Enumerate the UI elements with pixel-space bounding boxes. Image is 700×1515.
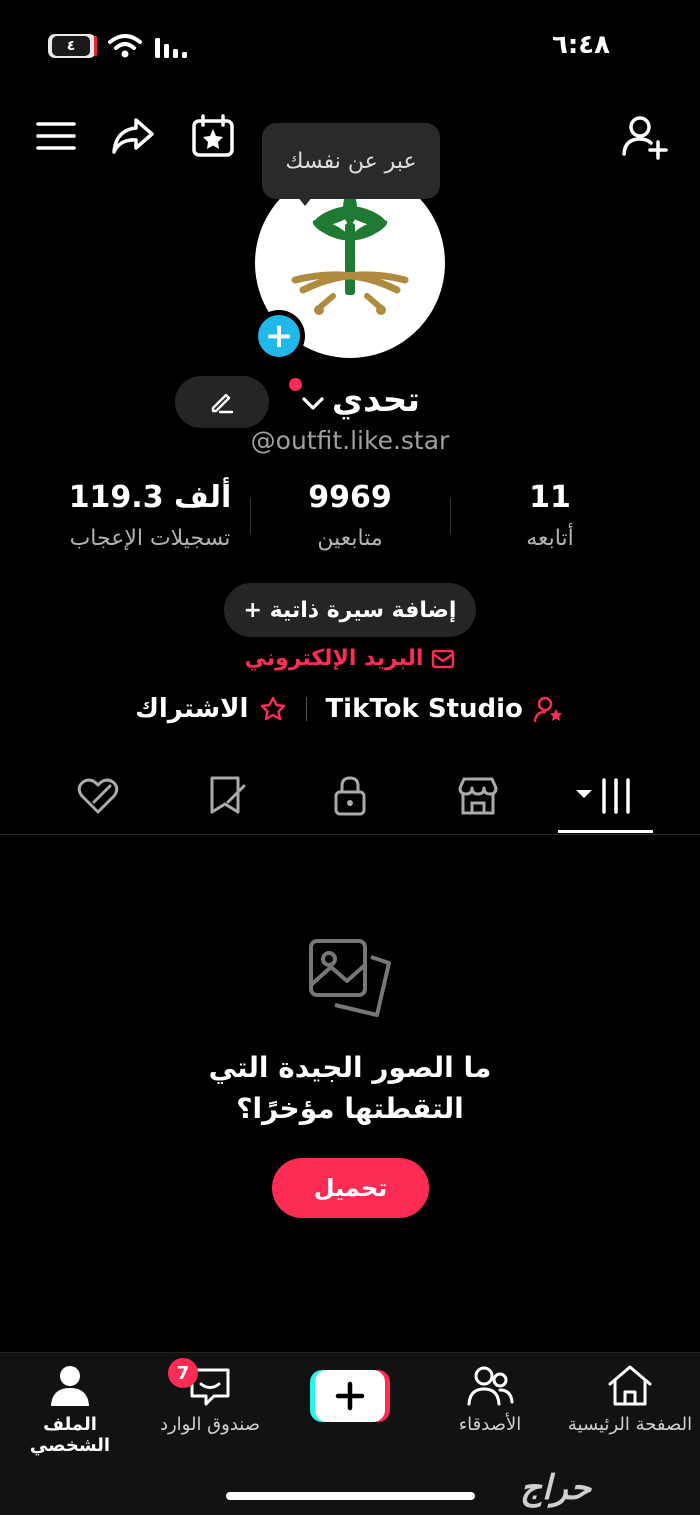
nav-friends[interactable]: الأصدقاء xyxy=(420,1364,560,1435)
edit-profile-button[interactable] xyxy=(175,376,269,428)
links-row: الاشتراك TikTok Studio xyxy=(120,694,580,724)
liked-hidden-icon[interactable] xyxy=(74,772,122,820)
nav-home-label: الصفحة الرئيسية xyxy=(567,1414,693,1435)
wifi-icon xyxy=(108,34,142,58)
nav-friends-label: الأصدقاء xyxy=(458,1414,522,1435)
profile-handle: @outfit.like.star xyxy=(250,426,450,455)
followers-count[interactable]: 9969 xyxy=(280,480,420,515)
videos-grid-icon[interactable] xyxy=(574,772,638,820)
add-photo-button[interactable]: + xyxy=(253,310,305,362)
email-link[interactable]: البريد الإلكتروني xyxy=(200,646,500,671)
watermark-logo: حراج xyxy=(520,1468,592,1508)
home-indicator[interactable] xyxy=(226,1492,475,1500)
creator-star-icon xyxy=(533,696,562,723)
subscription-label[interactable]: الاشتراك xyxy=(135,694,248,724)
email-label: البريد الإلكتروني xyxy=(244,646,424,671)
profile-icon xyxy=(51,1366,89,1406)
profile-name[interactable]: تحدي xyxy=(300,380,420,420)
tooltip[interactable]: عبر عن نفسك xyxy=(262,123,440,199)
lock-icon[interactable] xyxy=(326,772,374,820)
plus-icon: + xyxy=(258,315,300,357)
following-count[interactable]: 11 xyxy=(490,480,610,515)
upload-button[interactable]: تحميل xyxy=(272,1158,429,1218)
nav-home[interactable]: الصفحة الرئيسية xyxy=(560,1364,700,1435)
share-icon[interactable] xyxy=(108,112,156,160)
nav-inbox[interactable]: صندوق الوارد xyxy=(140,1364,280,1435)
pencil-icon xyxy=(211,393,234,414)
tiktok-studio-label[interactable]: TikTok Studio xyxy=(325,694,522,724)
active-tab-indicator xyxy=(558,830,653,833)
add-friend-icon[interactable] xyxy=(620,112,668,160)
tooltip-tail xyxy=(297,196,313,206)
nav-profile-label: الملف الشخصي xyxy=(29,1414,111,1456)
following-label: أتابعه xyxy=(526,526,574,551)
inbox-badge: 7 xyxy=(168,1358,198,1388)
menu-icon[interactable] xyxy=(32,112,80,160)
friends-icon xyxy=(467,1366,514,1406)
signal-icon xyxy=(155,38,187,58)
empty-state-line1: ما الصور الجيدة التي xyxy=(208,1051,492,1084)
add-bio-button[interactable]: + إضافة سيرة ذاتية xyxy=(224,583,476,637)
shop-icon[interactable] xyxy=(454,772,502,820)
likes-label: تسجيلات الإعجاب xyxy=(69,526,231,551)
empty-state-title: ما الصور الجيدة التي التقطتها مؤخرًا؟ xyxy=(150,1048,550,1129)
stats-divider xyxy=(450,498,451,534)
calendar-star-icon[interactable] xyxy=(189,112,237,160)
nav-inbox-label: صندوق الوارد xyxy=(159,1414,261,1435)
battery-level: ٤ xyxy=(52,36,90,56)
status-time: ٦:٤٨ xyxy=(552,30,611,60)
followers-label: متابعين xyxy=(317,526,383,551)
likes-count[interactable]: 119.3 ألف xyxy=(40,480,260,515)
mail-icon xyxy=(432,649,455,668)
tabs-divider xyxy=(0,834,700,835)
subscription-star-icon xyxy=(261,696,286,721)
photos-icon xyxy=(309,939,391,1017)
nav-profile[interactable]: الملف الشخصي xyxy=(0,1364,140,1456)
empty-state-line2: التقطتها مؤخرًا؟ xyxy=(236,1091,464,1125)
saved-hidden-icon[interactable] xyxy=(204,772,252,820)
home-icon xyxy=(608,1365,652,1406)
battery-icon: ٤ xyxy=(48,34,97,58)
create-button[interactable] xyxy=(310,1370,390,1422)
